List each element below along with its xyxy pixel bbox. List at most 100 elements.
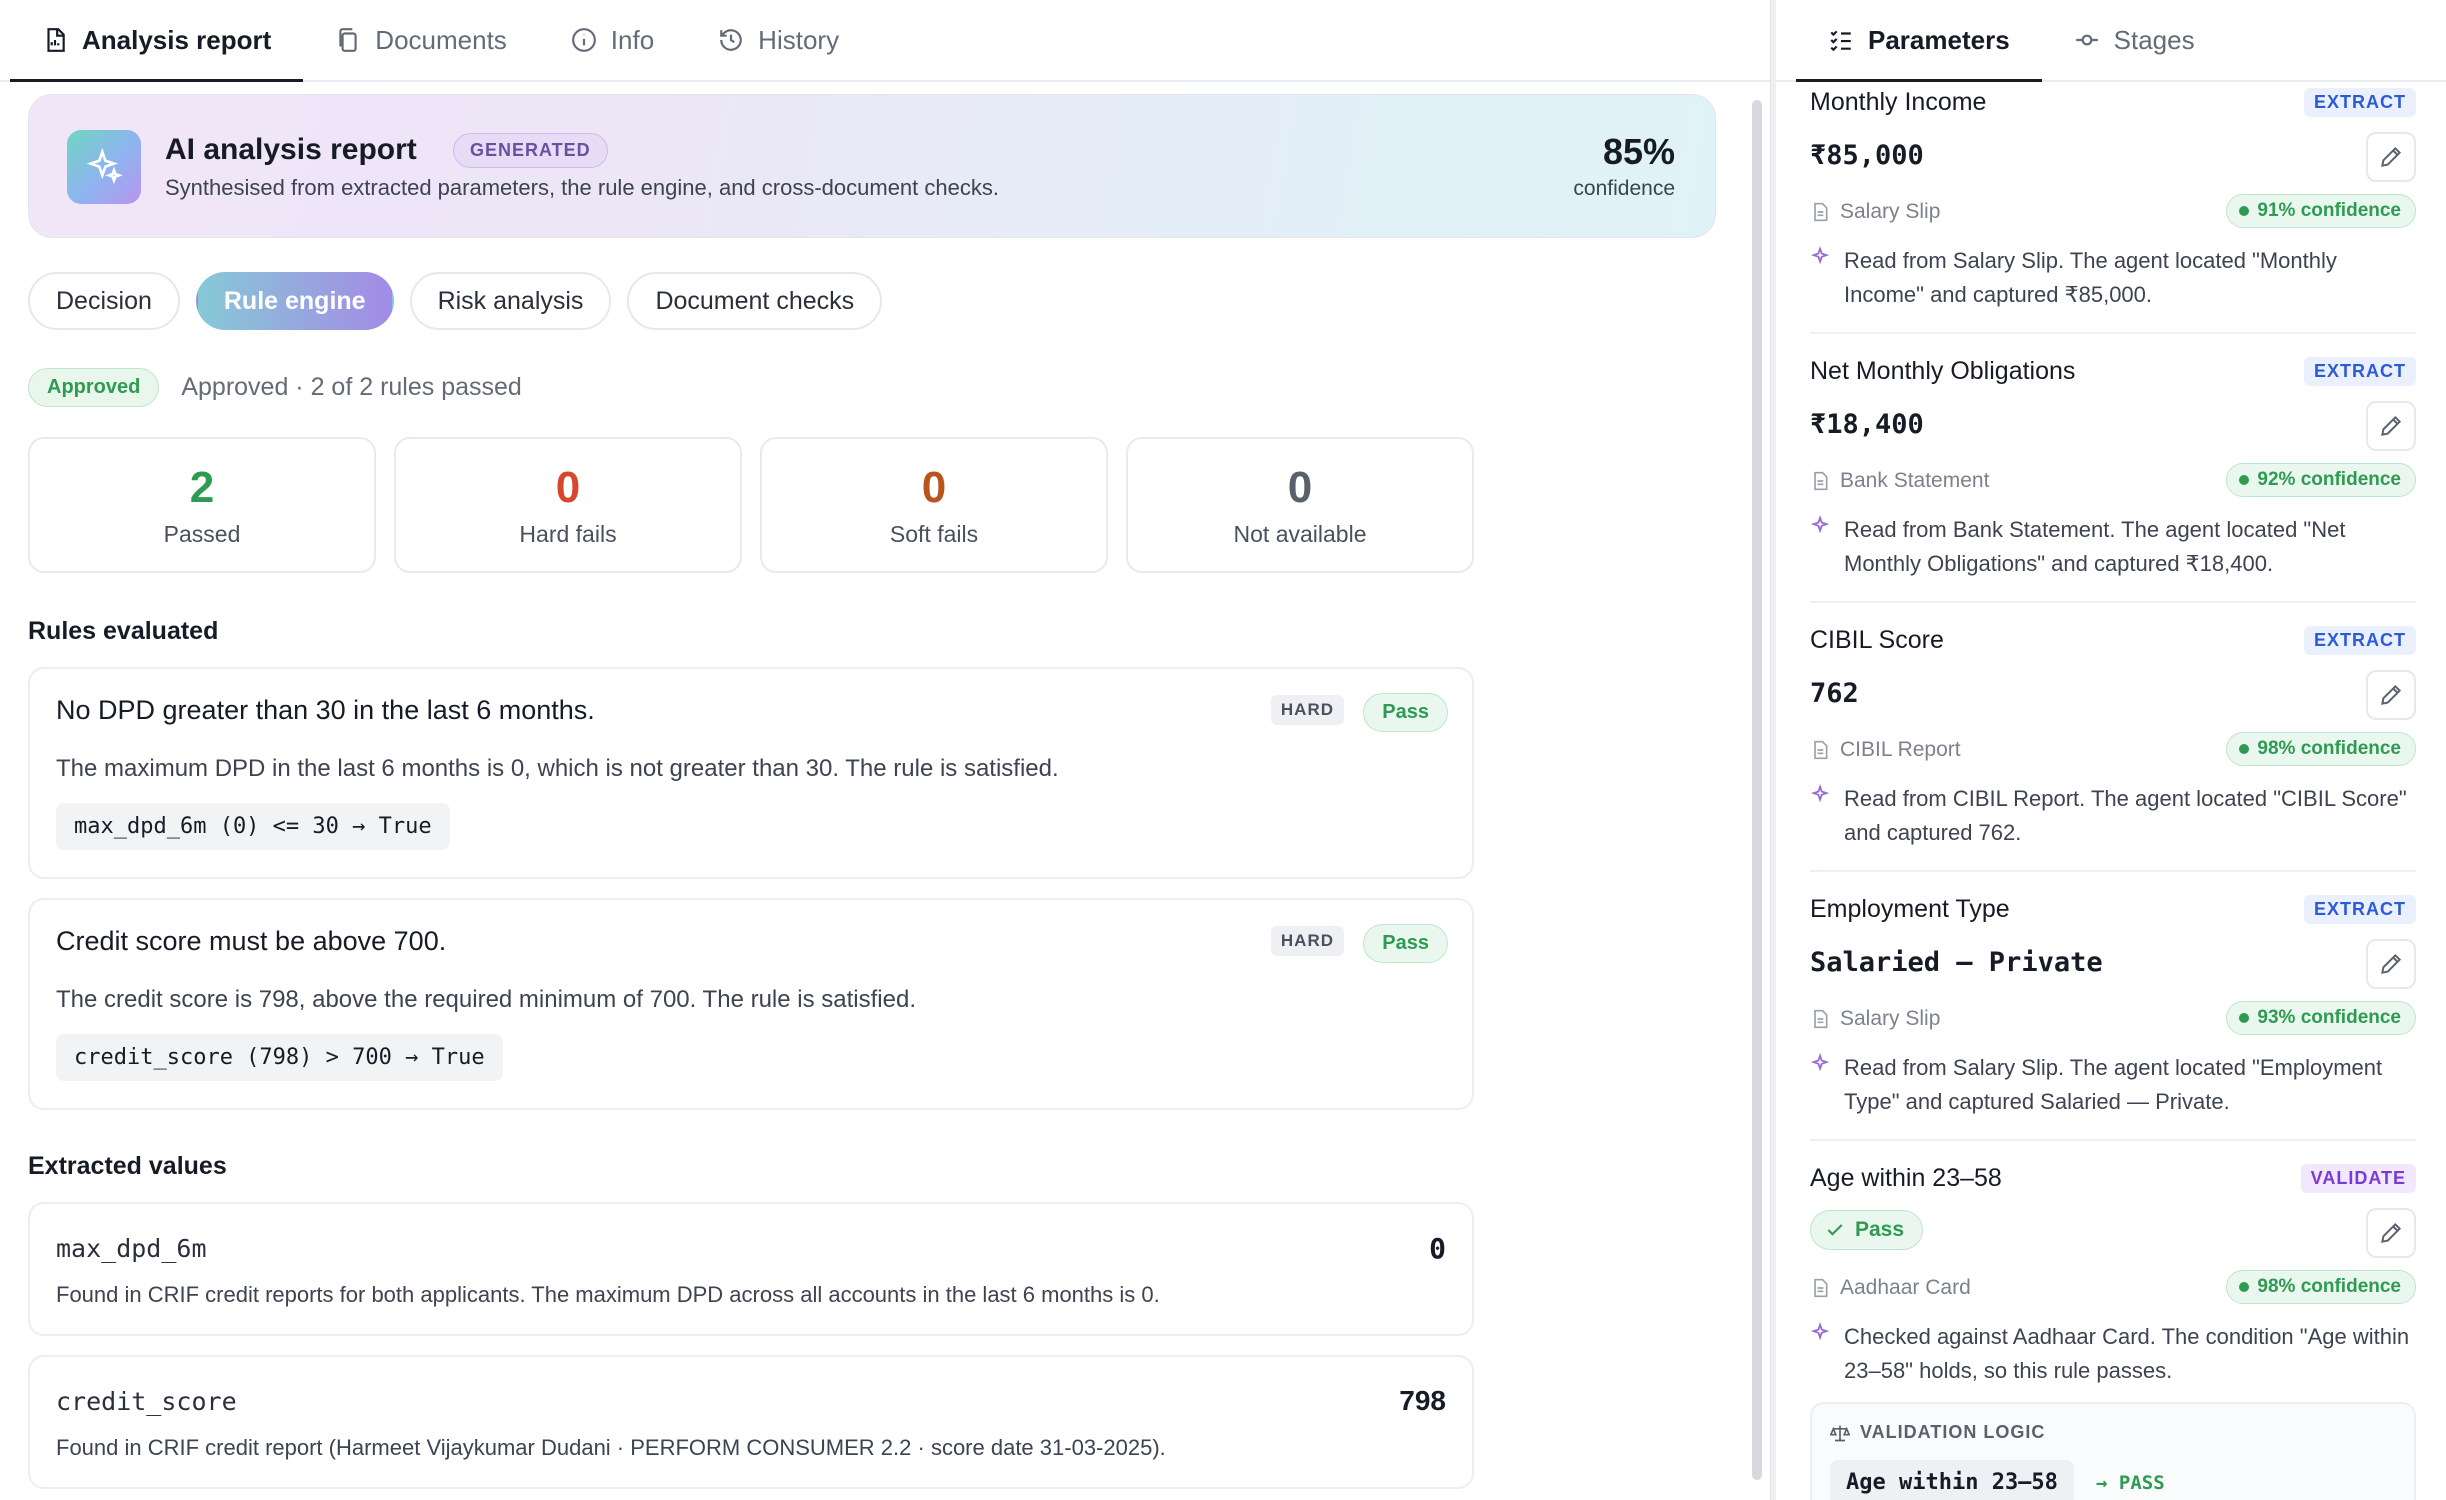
analysis-panel: Analysis report Documents Info History A…	[0, 0, 1770, 1500]
scrollbar[interactable]	[1752, 100, 1762, 1480]
tab-rule-engine[interactable]: Rule engine	[195, 272, 394, 330]
extracted-key: credit_score	[56, 1387, 237, 1416]
stat-label: Not available	[1233, 521, 1367, 547]
confidence-text: 93% confidence	[2257, 1007, 2401, 1028]
parameter-name: Net Monthly Obligations	[1810, 357, 2076, 385]
confidence-value: 85%	[1602, 131, 1675, 172]
approved-badge: Approved	[28, 368, 160, 407]
extract-badge: EXTRACT	[2304, 895, 2416, 924]
stat-label: Passed	[163, 521, 241, 547]
parameter-card: CIBIL Score EXTRACT 762 CIBIL Report 98%…	[1810, 626, 2416, 876]
parameter-source: CIBIL Report	[1810, 738, 1961, 762]
left-tabbar: Analysis report Documents Info History	[0, 0, 1770, 82]
edit-button[interactable]	[2366, 132, 2416, 182]
validation-logic-box: VALIDATION LOGIC Age within 23–58 → PASS	[1810, 1402, 2416, 1500]
source-name: Bank Statement	[1840, 469, 1990, 492]
divider	[1810, 870, 2416, 872]
document-icon	[1814, 1009, 1828, 1029]
document-icon	[1814, 1278, 1828, 1298]
sparkle-icon	[1810, 784, 1830, 803]
stat-label: Hard fails	[519, 521, 617, 547]
stat-value: 0	[1287, 463, 1313, 512]
commit-icon	[2075, 34, 2098, 46]
status-dot	[2239, 206, 2250, 216]
parameter-name: CIBIL Score	[1810, 626, 1944, 654]
edit-button[interactable]	[2366, 670, 2416, 720]
tab-documents[interactable]: Documents	[303, 0, 539, 80]
pencil-icon	[2381, 953, 2402, 974]
document-icon	[1814, 740, 1828, 760]
scale-icon	[1830, 1425, 1850, 1441]
source-name: Salary Slip	[1840, 1007, 1941, 1030]
tab-risk-analysis[interactable]: Risk analysis	[409, 272, 612, 330]
validation-result: Pass	[1855, 1218, 1905, 1241]
parameters-panel: Parameters Stages Monthly Income EXTRACT…	[1776, 0, 2446, 1500]
parameter-source: Salary Slip	[1810, 200, 1940, 224]
parameter-value: ₹85,000	[1810, 140, 1924, 171]
analysis-report-card: AI analysis report GENERATED Synthesised…	[28, 94, 1716, 238]
confidence-badge: 92% confidence	[2226, 463, 2416, 497]
sparkle-icon	[1810, 515, 1830, 534]
tab-analysis-report[interactable]: Analysis report	[10, 0, 304, 82]
tab-label: Stages	[2113, 24, 2195, 55]
stat-not-available: 0 Not available	[1126, 437, 1474, 573]
tab-document-checks[interactable]: Document checks	[627, 272, 883, 330]
extracted-value: 0	[1429, 1232, 1446, 1265]
sparkle-icon	[1810, 1053, 1830, 1072]
rule-description: The maximum DPD in the last 6 months is …	[56, 755, 1059, 782]
extracted-description: Found in CRIF credit reports for both ap…	[56, 1282, 1160, 1307]
confidence-badge: 91% confidence	[2226, 194, 2416, 228]
rule-title: Credit score must be above 700.	[56, 926, 447, 956]
check-icon	[1827, 1224, 1843, 1236]
parameter-note: Read from Bank Statement. The agent loca…	[1844, 517, 2346, 576]
edit-button[interactable]	[2366, 939, 2416, 989]
parameter-value: Salaried — Private	[1810, 947, 2103, 978]
tab-label: Documents	[375, 24, 507, 55]
edit-button[interactable]	[2366, 1208, 2416, 1258]
tab-parameters[interactable]: Parameters	[1796, 0, 2042, 82]
pass-badge: Pass	[1363, 924, 1448, 963]
confidence-text: 98% confidence	[2257, 738, 2401, 759]
confidence-badge: 93% confidence	[2226, 1001, 2416, 1035]
confidence-text: 91% confidence	[2257, 200, 2401, 221]
sparkle-icon	[1810, 1322, 1830, 1341]
confidence-label: confidence	[1573, 177, 1675, 200]
confidence-text: 92% confidence	[2257, 469, 2401, 490]
parameter-note: Read from Salary Slip. The agent located…	[1844, 1055, 2383, 1114]
divider	[1810, 601, 2416, 603]
tab-label: Analysis report	[82, 24, 272, 55]
rules-evaluated-heading: Rules evaluated	[28, 617, 219, 645]
parameter-value: 762	[1810, 678, 1859, 709]
severity-badge: HARD	[1270, 695, 1344, 725]
sparkle-icon	[67, 130, 141, 204]
extracted-values-heading: Extracted values	[28, 1152, 227, 1180]
parameter-card: Age within 23–58 VALIDATE Pass Aadhaar C…	[1810, 1164, 2416, 1394]
history-icon	[720, 29, 742, 51]
pencil-icon	[2381, 684, 2402, 705]
tab-decision[interactable]: Decision	[28, 272, 180, 330]
extracted-key: max_dpd_6m	[56, 1234, 207, 1263]
report-subtitle: Synthesised from extracted parameters, t…	[165, 175, 999, 200]
parameter-name: Age within 23–58	[1810, 1164, 2002, 1192]
parameter-name: Monthly Income	[1810, 88, 1987, 116]
parameter-card: Monthly Income EXTRACT ₹85,000 Salary Sl…	[1810, 88, 2416, 338]
extracted-value-card: credit_score 798 Found in CRIF credit re…	[28, 1355, 1474, 1489]
stat-value: 2	[189, 463, 215, 512]
rule-title: No DPD greater than 30 in the last 6 mon…	[56, 695, 595, 725]
confidence-badge: 98% confidence	[2226, 1270, 2416, 1304]
stat-soft-fails: 0 Soft fails	[760, 437, 1108, 573]
validate-badge: VALIDATE	[2300, 1164, 2416, 1193]
tab-label: Info	[610, 24, 655, 55]
parameter-source: Salary Slip	[1810, 1007, 1940, 1031]
stat-value: 0	[555, 463, 581, 512]
status-dot	[2239, 1282, 2250, 1292]
tab-stages[interactable]: Stages	[2042, 0, 2227, 80]
divider	[1810, 332, 2416, 334]
edit-button[interactable]	[2366, 401, 2416, 451]
sparkle-icon	[1810, 246, 1830, 265]
tab-info[interactable]: Info	[539, 0, 686, 80]
tab-history[interactable]: History	[686, 0, 871, 80]
status-dot	[2239, 475, 2250, 485]
source-name: CIBIL Report	[1840, 738, 1961, 761]
extract-badge: EXTRACT	[2304, 357, 2416, 386]
